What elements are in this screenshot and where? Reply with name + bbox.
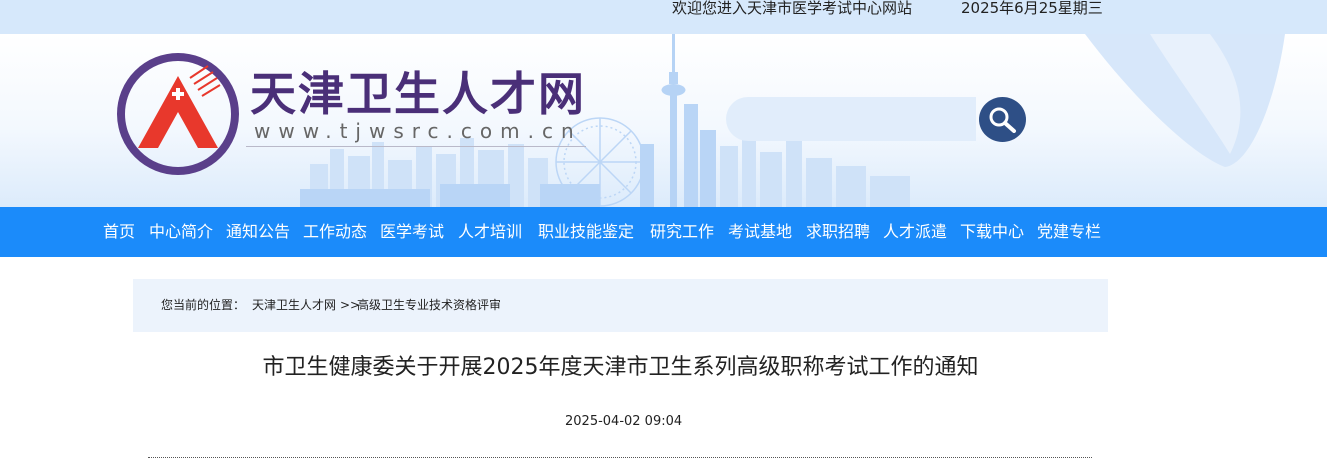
main-nav: 首页 中心简介 通知公告 工作动态 医学考试 人才培训 职业技能鉴定 研究工作 … xyxy=(0,207,1327,257)
breadcrumb: 您当前的位置： 天津卫生人才网 >> 高级卫生专业技术资格评审 xyxy=(133,279,1108,332)
search-input[interactable] xyxy=(726,97,976,141)
search-button[interactable] xyxy=(979,97,1026,142)
site-url: www.tjwsrc.com.cn xyxy=(254,119,582,143)
site-logo-icon xyxy=(117,53,239,175)
nav-item-training[interactable]: 人才培训 xyxy=(458,207,522,257)
article-divider xyxy=(148,457,1092,458)
current-date: 2025年6月25星期三 xyxy=(961,0,1103,17)
nav-item-medical-exam[interactable]: 医学考试 xyxy=(380,207,444,257)
nav-item-news[interactable]: 工作动态 xyxy=(303,207,367,257)
top-bar: 欢迎您进入天津市医学考试中心网站 2025年6月25星期三 xyxy=(0,0,1327,34)
article-date: 2025-04-02 09:04 xyxy=(565,414,683,429)
site-name[interactable]: 天津卫生人才网 xyxy=(250,66,586,122)
breadcrumb-home-link[interactable]: 天津卫生人才网 xyxy=(252,297,336,313)
logo-divider xyxy=(246,146,586,147)
nav-item-notices[interactable]: 通知公告 xyxy=(226,207,290,257)
header-banner: 天津卫生人才网 www.tjwsrc.com.cn xyxy=(0,34,1327,207)
search-icon xyxy=(989,107,1016,133)
breadcrumb-current-link[interactable]: 高级卫生专业技术资格评审 xyxy=(357,297,501,313)
nav-item-skill-appraisal[interactable]: 职业技能鉴定 xyxy=(538,207,634,257)
nav-item-home[interactable]: 首页 xyxy=(103,207,135,257)
article-title: 市卫生健康委关于开展2025年度天津市卫生系列高级职称考试工作的通知 xyxy=(262,355,979,380)
welcome-text: 欢迎您进入天津市医学考试中心网站 xyxy=(672,0,913,17)
nav-item-jobs[interactable]: 求职招聘 xyxy=(806,207,870,257)
nav-item-exam-sites[interactable]: 考试基地 xyxy=(728,207,792,257)
nav-item-about[interactable]: 中心简介 xyxy=(149,207,213,257)
breadcrumb-prefix: 您当前的位置： xyxy=(161,298,246,312)
nav-item-dispatch[interactable]: 人才派遣 xyxy=(883,207,947,257)
nav-item-party[interactable]: 党建专栏 xyxy=(1037,207,1101,257)
nav-item-research[interactable]: 研究工作 xyxy=(650,207,714,257)
nav-item-downloads[interactable]: 下载中心 xyxy=(960,207,1024,257)
